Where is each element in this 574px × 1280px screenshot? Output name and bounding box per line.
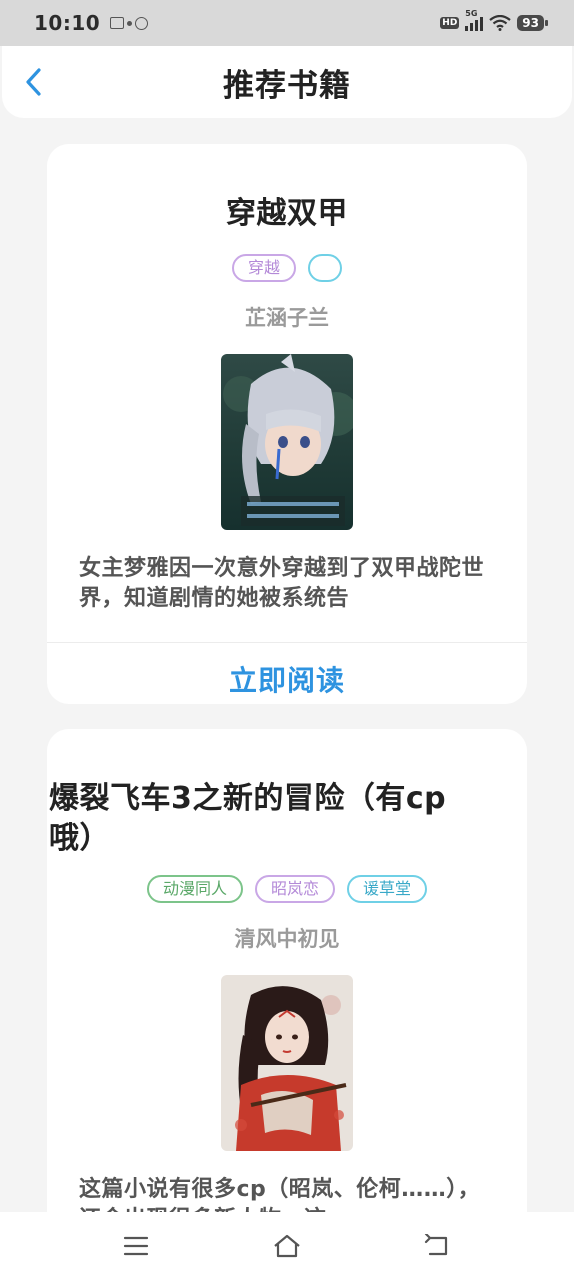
home-icon (274, 1234, 300, 1258)
status-bar: 10:10 HD 5G 93 (0, 0, 574, 46)
circle-notification-icon (135, 16, 149, 30)
dot-icon (127, 20, 133, 26)
return-icon (425, 1234, 448, 1256)
tag: 穿越 (231, 254, 296, 282)
book-cover-image[interactable] (221, 975, 353, 1151)
notification-icons (110, 16, 149, 30)
system-nav-bar (0, 1212, 574, 1280)
tag: 昭岚恋 (254, 875, 335, 903)
home-button[interactable] (267, 1226, 307, 1266)
battery-icon: 93 (517, 15, 548, 31)
page-title: 推荐书籍 (223, 67, 351, 104)
menu-button[interactable] (116, 1226, 156, 1266)
back-button[interactable] (16, 62, 52, 102)
tag: 动漫同人 (146, 875, 243, 903)
cover-illustration (221, 354, 353, 530)
chevron-left-icon (26, 68, 41, 96)
tag-list: 动漫同人 昭岚恋 谖草堂 (47, 875, 527, 903)
book-title: 爆裂飞车3之新的冒险（有cp哦） (49, 781, 447, 856)
hd-icon: HD (440, 17, 460, 29)
tag: 谖草堂 (347, 875, 428, 903)
book-description: 女主梦雅因一次意外穿越到了双甲战陀世界，知道剧情的她被系统告 (79, 556, 485, 611)
book-author: 清风中初见 (234, 927, 340, 951)
app-notification-icon (110, 17, 125, 29)
tag (308, 254, 342, 282)
app-header: 推荐书籍 (2, 46, 572, 118)
cover-illustration (221, 975, 353, 1151)
status-time: 10:10 (34, 11, 101, 35)
book-title: 穿越双甲 (226, 196, 348, 231)
book-card[interactable]: 穿越双甲 穿越 芷涵子兰 女主梦雅因一次意外穿越到了双甲战陀世界，知道剧情的她被… (47, 144, 527, 704)
book-cover-image[interactable] (221, 354, 353, 530)
menu-icon (123, 1236, 148, 1256)
tag-list: 穿越 (47, 254, 527, 282)
wifi-icon (489, 15, 511, 31)
network-type-label: 5G (465, 9, 478, 18)
return-button[interactable] (418, 1226, 458, 1266)
signal-icon: 5G (465, 9, 484, 31)
book-card[interactable]: 爆裂飞车3之新的冒险（有cp哦） 动漫同人 昭岚恋 谖草堂 清风中初见 这篇小说… (47, 729, 527, 1249)
book-author: 芷涵子兰 (245, 306, 329, 330)
read-now-button[interactable]: 立即阅读 (47, 643, 527, 704)
